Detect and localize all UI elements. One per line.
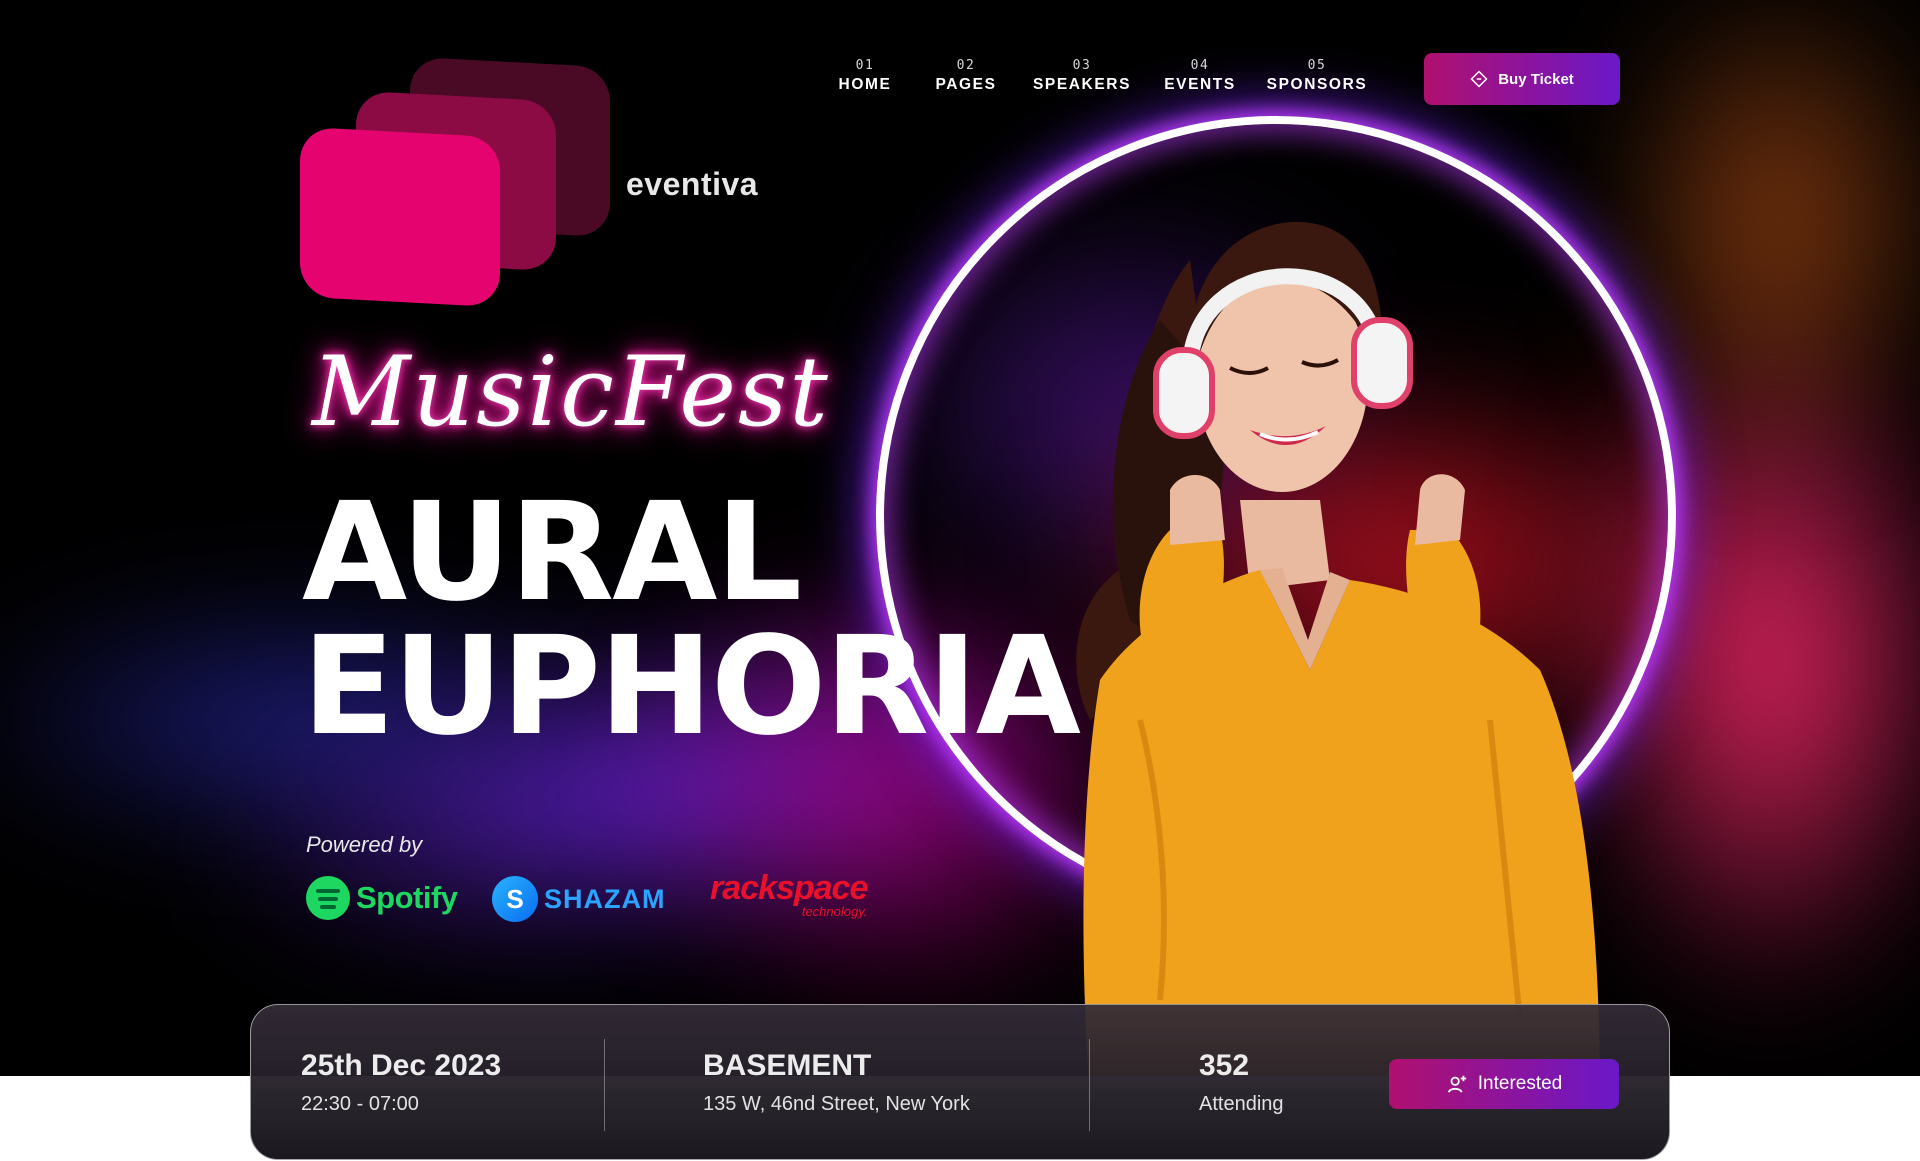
nav-label: HOME bbox=[838, 76, 892, 93]
sponsor-name: rackspace bbox=[710, 869, 868, 907]
nav-label: PAGES bbox=[935, 76, 997, 93]
nav-number: 01 bbox=[855, 58, 875, 73]
buy-ticket-label: Buy Ticket bbox=[1498, 70, 1574, 88]
attending-count: 352 bbox=[1199, 1049, 1250, 1082]
event-venue: BASEMENT bbox=[703, 1049, 872, 1082]
brand-name[interactable]: eventiva bbox=[626, 166, 758, 203]
eventiva-logo-mark[interactable] bbox=[300, 56, 620, 308]
event-venue-block: BASEMENT 135 W, 46nd Street, New York bbox=[703, 1049, 970, 1116]
sponsor-rackspace[interactable]: rackspace technology. bbox=[710, 869, 868, 919]
attending-label: Attending bbox=[1199, 1093, 1284, 1115]
divider bbox=[604, 1039, 605, 1131]
nav-label: SPEAKERS bbox=[1032, 76, 1132, 93]
nav-number: 05 bbox=[1307, 58, 1327, 73]
woman-with-headphones-image bbox=[1076, 221, 1600, 1076]
interested-button[interactable]: Interested bbox=[1389, 1059, 1619, 1109]
festival-script-title: MusicFest bbox=[312, 336, 830, 448]
nav-number: 04 bbox=[1190, 58, 1210, 73]
nav-item-home[interactable]: 01 HOME bbox=[832, 58, 898, 94]
sponsor-spotify[interactable]: Spotify bbox=[306, 876, 458, 920]
nav-item-events[interactable]: 04 EVENTS bbox=[1160, 58, 1240, 94]
sponsor-subtitle: technology. bbox=[801, 904, 868, 919]
page: eventiva 01 HOME 02 PAGES 03 SPEAKERS 04… bbox=[0, 0, 1920, 1161]
nav-number: 02 bbox=[956, 58, 976, 73]
hero-section: eventiva 01 HOME 02 PAGES 03 SPEAKERS 04… bbox=[0, 0, 1920, 1076]
nav-item-speakers[interactable]: 03 SPEAKERS bbox=[1030, 58, 1134, 94]
spotify-logo bbox=[306, 876, 350, 920]
nav-item-pages[interactable]: 02 PAGES bbox=[930, 58, 1002, 94]
event-date-block: 25th Dec 2023 22:30 - 07:00 bbox=[301, 1049, 501, 1116]
event-attending-block: 352 Attending bbox=[1199, 1049, 1284, 1116]
nav-label: SPONSORS bbox=[1266, 76, 1368, 93]
buy-ticket-button[interactable]: Buy Ticket bbox=[1424, 53, 1620, 105]
nav-number: 03 bbox=[1072, 58, 1092, 73]
sponsor-shazam[interactable]: S SHAZAM bbox=[492, 876, 666, 922]
event-title: AURAL EUPHORIA bbox=[302, 474, 1081, 766]
event-info-bar: 25th Dec 2023 22:30 - 07:00 BASEMENT 135… bbox=[250, 1004, 1670, 1160]
nav-item-sponsors[interactable]: 05 SPONSORS bbox=[1262, 58, 1372, 94]
sponsor-name: Spotify bbox=[356, 880, 458, 915]
user-plus-icon bbox=[1447, 1075, 1466, 1093]
nav-label: EVENTS bbox=[1164, 76, 1236, 93]
ticket-icon bbox=[1470, 70, 1488, 88]
event-time: 22:30 - 07:00 bbox=[301, 1093, 419, 1115]
shazam-logo: S bbox=[492, 876, 538, 922]
sponsor-name: SHAZAM bbox=[544, 883, 666, 914]
powered-by-label: Powered by bbox=[306, 832, 423, 857]
event-title-line1: AURAL bbox=[302, 474, 802, 632]
interested-label: Interested bbox=[1477, 1073, 1563, 1094]
event-date: 25th Dec 2023 bbox=[301, 1049, 502, 1082]
divider bbox=[1089, 1039, 1090, 1131]
event-address: 135 W, 46nd Street, New York bbox=[703, 1093, 970, 1115]
event-title-line2: EUPHORIA bbox=[302, 608, 1081, 766]
logo-shape bbox=[300, 126, 500, 308]
